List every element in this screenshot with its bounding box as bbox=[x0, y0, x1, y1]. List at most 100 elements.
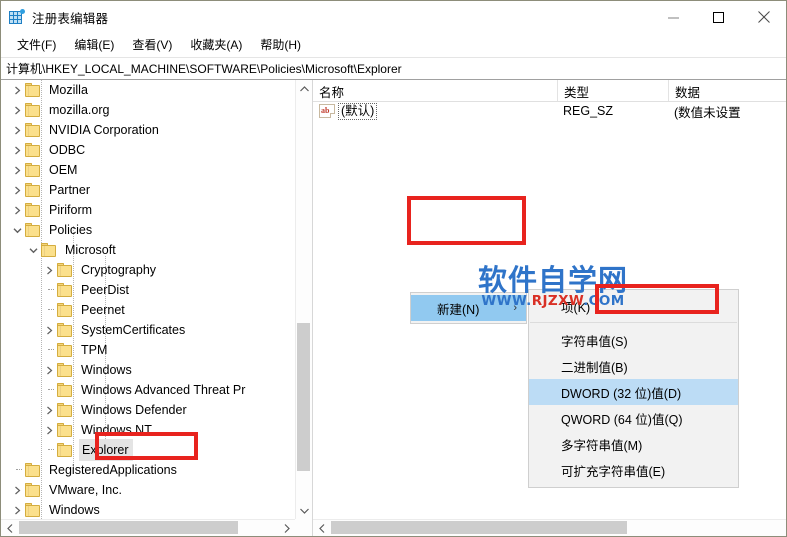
tree-node-explorer[interactable]: Explorer bbox=[1, 439, 295, 461]
tree-guide bbox=[41, 440, 57, 460]
tree-node-label: Microsoft bbox=[65, 243, 116, 257]
column-header-data[interactable]: 数据 bbox=[668, 80, 786, 101]
context-menu-new: 新建(N) › bbox=[410, 292, 527, 324]
menu-view[interactable]: 查看(V) bbox=[123, 35, 181, 56]
tree-scroll-right-arrow[interactable] bbox=[278, 520, 295, 536]
ctx-new-expandstring[interactable]: 可扩充字符串值(E) bbox=[529, 457, 738, 483]
tree-node-label: Cryptography bbox=[81, 263, 157, 277]
ctx-new-string[interactable]: 字符串值(S) bbox=[529, 327, 738, 353]
chevron-right-icon[interactable] bbox=[9, 160, 25, 180]
tree-node-peerdist[interactable]: PeerDist bbox=[1, 280, 295, 300]
chevron-right-icon[interactable] bbox=[9, 200, 25, 220]
chevron-right-icon[interactable] bbox=[9, 80, 25, 100]
tree-node-registeredapplications[interactable]: RegisteredApplications bbox=[1, 460, 295, 480]
chevron-right-icon[interactable] bbox=[41, 260, 57, 280]
tree-node-policies[interactable]: Policies bbox=[1, 220, 295, 240]
tree-node-windows[interactable]: Windows bbox=[1, 500, 295, 519]
ctx-new-qword-label: QWORD (64 位)值(Q) bbox=[561, 412, 683, 427]
tree-scrollbar-corner bbox=[295, 519, 312, 536]
folder-icon bbox=[25, 463, 42, 477]
tree-node-piriform[interactable]: Piriform bbox=[1, 200, 295, 220]
column-header-name[interactable]: 名称 bbox=[313, 80, 557, 101]
tree-node-windows-nt[interactable]: Windows NT bbox=[1, 420, 295, 440]
tree-node-label: ODBC bbox=[49, 143, 86, 157]
tree-node-label: NVIDIA Corporation bbox=[49, 123, 159, 137]
tree-node-vmware-inc[interactable]: VMware, Inc. bbox=[1, 480, 295, 500]
tree-vertical-scrollbar[interactable] bbox=[295, 80, 312, 519]
tree-node-peernet[interactable]: Peernet bbox=[1, 300, 295, 320]
menu-favorites[interactable]: 收藏夹(A) bbox=[181, 35, 251, 56]
tree-node-oem[interactable]: OEM bbox=[1, 160, 295, 180]
folder-icon bbox=[25, 143, 42, 157]
tree-node-systemcertificates[interactable]: SystemCertificates bbox=[1, 320, 295, 340]
tree-horizontal-scrollbar[interactable] bbox=[1, 519, 295, 536]
chevron-right-icon[interactable] bbox=[9, 180, 25, 200]
tree-guide bbox=[41, 300, 57, 320]
tree-node-mozilla[interactable]: Mozilla bbox=[1, 80, 295, 100]
menu-file[interactable]: 文件(F) bbox=[8, 35, 65, 56]
registry-editor-icon bbox=[9, 9, 25, 25]
tree-node-cryptography[interactable]: Cryptography bbox=[1, 260, 295, 280]
tree-hscrollbar-thumb[interactable] bbox=[19, 521, 238, 534]
chevron-right-icon[interactable] bbox=[41, 360, 57, 380]
tree-node-tpm[interactable]: TPM bbox=[1, 340, 295, 360]
folder-icon bbox=[57, 423, 74, 437]
ctx-new-expandstring-label: 可扩充字符串值(E) bbox=[561, 464, 666, 479]
tree-node-windows-advanced-threat-pr[interactable]: Windows Advanced Threat Pr bbox=[1, 380, 295, 400]
ctx-new-dword[interactable]: DWORD (32 位)值(D) bbox=[529, 379, 738, 405]
tree-node-label: Partner bbox=[49, 183, 90, 197]
chevron-right-icon[interactable] bbox=[41, 320, 57, 340]
close-button[interactable] bbox=[741, 1, 786, 33]
tree-node-label: SystemCertificates bbox=[81, 323, 186, 337]
chevron-right-icon[interactable] bbox=[41, 400, 57, 420]
window-title: 注册表编辑器 bbox=[32, 11, 109, 26]
values-scroll-left-arrow[interactable] bbox=[313, 520, 330, 536]
title-bar: 注册表编辑器 bbox=[1, 1, 786, 34]
ctx-menu-item-new[interactable]: 新建(N) › bbox=[411, 295, 526, 321]
tree-scroll-down-arrow[interactable] bbox=[296, 502, 312, 519]
registry-tree[interactable]: Mozilla mozilla.org NVIDIA Corporation ODBC… bbox=[1, 80, 295, 519]
chevron-down-icon[interactable] bbox=[9, 220, 25, 240]
tree-node-partner[interactable]: Partner bbox=[1, 180, 295, 200]
ctx-new-binary[interactable]: 二进制值(B) bbox=[529, 353, 738, 379]
ctx-new-multistring[interactable]: 多字符串值(M) bbox=[529, 431, 738, 457]
folder-icon bbox=[25, 483, 42, 497]
tree-guide bbox=[41, 280, 57, 300]
chevron-right-icon[interactable] bbox=[9, 500, 25, 519]
chevron-right-icon[interactable] bbox=[9, 140, 25, 160]
ctx-new-multistring-label: 多字符串值(M) bbox=[561, 438, 643, 453]
table-row[interactable]: ab (默认) REG_SZ (数值未设置 bbox=[313, 101, 786, 121]
tree-node-odbc[interactable]: ODBC bbox=[1, 140, 295, 160]
tree-scroll-up-arrow[interactable] bbox=[296, 80, 312, 97]
tree-node-microsoft[interactable]: Microsoft bbox=[1, 240, 295, 260]
menu-help[interactable]: 帮助(H) bbox=[251, 35, 310, 56]
values-horizontal-scrollbar[interactable] bbox=[313, 519, 786, 536]
ctx-new-qword[interactable]: QWORD (64 位)值(Q) bbox=[529, 405, 738, 431]
folder-icon bbox=[57, 283, 74, 297]
minimize-button[interactable] bbox=[651, 1, 696, 33]
tree-node-label: Policies bbox=[49, 223, 93, 237]
chevron-down-icon[interactable] bbox=[25, 240, 41, 260]
chevron-right-icon[interactable] bbox=[9, 100, 25, 120]
value-data-cell: (数值未设置 bbox=[674, 105, 741, 120]
maximize-button[interactable] bbox=[696, 1, 741, 33]
tree-node-windows[interactable]: Windows bbox=[1, 360, 295, 380]
menu-edit[interactable]: 编辑(E) bbox=[65, 35, 123, 56]
address-bar[interactable]: 计算机\HKEY_LOCAL_MACHINE\SOFTWARE\Policies… bbox=[1, 58, 786, 80]
folder-icon bbox=[57, 323, 74, 337]
folder-icon bbox=[25, 223, 42, 237]
tree-scroll-left-arrow[interactable] bbox=[1, 520, 18, 536]
tree-node-nvidia-corporation[interactable]: NVIDIA Corporation bbox=[1, 120, 295, 140]
column-header-type[interactable]: 类型 bbox=[557, 80, 668, 101]
chevron-right-icon[interactable] bbox=[9, 120, 25, 140]
values-list[interactable]: ab (默认) REG_SZ (数值未设置 bbox=[313, 101, 786, 121]
values-hscrollbar-thumb[interactable] bbox=[331, 521, 627, 534]
tree-node-mozilla-org[interactable]: mozilla.org bbox=[1, 100, 295, 120]
folder-icon bbox=[25, 103, 42, 117]
ctx-new-key[interactable]: 项(K) bbox=[529, 293, 738, 319]
chevron-right-icon[interactable] bbox=[41, 420, 57, 440]
tree-node-windows-defender[interactable]: Windows Defender bbox=[1, 400, 295, 420]
chevron-right-icon[interactable] bbox=[9, 480, 25, 500]
folder-icon bbox=[57, 403, 74, 417]
tree-scrollbar-thumb[interactable] bbox=[297, 323, 310, 471]
